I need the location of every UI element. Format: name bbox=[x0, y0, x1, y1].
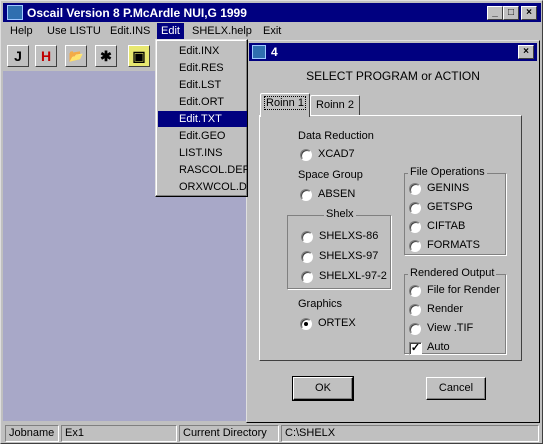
menu-item-edit-ort[interactable]: Edit.ORT bbox=[158, 94, 247, 110]
radio-label: XCAD7 bbox=[318, 148, 355, 160]
minimize-button[interactable]: _ bbox=[487, 6, 503, 20]
checkbox-label: Auto bbox=[427, 341, 450, 353]
rendered-output-group: Rendered Output File for Render Render V… bbox=[404, 267, 506, 355]
edit-menu-dropdown: Edit.INX Edit.RES Edit.LST Edit.ORT Edit… bbox=[155, 39, 248, 197]
tab-roinn-1[interactable]: Roinn 1 bbox=[260, 93, 310, 117]
radio-label: View .TIF bbox=[427, 322, 474, 334]
tab-panel: Data Reduction XCAD7 Space Group ABSEN S… bbox=[259, 115, 522, 361]
directory-label: Current Directory bbox=[179, 425, 279, 442]
radio-label: GENINS bbox=[427, 182, 470, 194]
radio-label: FORMATS bbox=[427, 239, 480, 251]
app-icon bbox=[7, 5, 23, 20]
menu-item-edit-lst[interactable]: Edit.LST bbox=[158, 77, 247, 93]
title-bar: Oscail Version 8 P.McArdle NUI,G 1999 _ … bbox=[3, 3, 541, 22]
directory-value: C:\SHELX bbox=[281, 425, 539, 442]
folder-open-icon[interactable]: 📂 bbox=[65, 45, 87, 67]
menu-item-edit-txt[interactable]: Edit.TXT bbox=[158, 111, 247, 127]
cancel-button[interactable]: Cancel bbox=[426, 377, 486, 400]
menu-edit[interactable]: Edit bbox=[157, 23, 184, 39]
menu-help[interactable]: Help bbox=[6, 23, 37, 39]
menu-item-edit-geo[interactable]: Edit.GEO bbox=[158, 128, 247, 144]
radio-circle bbox=[409, 183, 421, 195]
shelx-group: Shelx SHELXS-86 SHELXS-97 SHELXL-97-2 bbox=[287, 208, 391, 289]
menu-shelx-help[interactable]: SHELX.help bbox=[188, 23, 256, 39]
tab-roinn-1-label: Roinn 1 bbox=[264, 96, 306, 110]
radio-label: SHELXL-97-2 bbox=[319, 270, 387, 282]
menu-item-rascol-def[interactable]: RASCOL.DEF bbox=[158, 162, 247, 178]
menu-edit-ins[interactable]: Edit.INS bbox=[106, 23, 154, 39]
radio-circle bbox=[301, 251, 313, 263]
radio-circle bbox=[409, 240, 421, 252]
radio-circle bbox=[409, 304, 421, 316]
space-group-label: Space Group bbox=[298, 169, 363, 181]
data-reduction-label: Data Reduction bbox=[298, 130, 374, 142]
rendered-output-title: Rendered Output bbox=[408, 267, 497, 279]
select-program-dialog: 4 × SELECT PROGRAM or ACTION Roinn 1 Roi… bbox=[246, 40, 540, 423]
radio-label: ORTEX bbox=[318, 317, 356, 329]
j-tool-icon[interactable]: J bbox=[7, 45, 29, 67]
graphics-label: Graphics bbox=[298, 298, 343, 310]
menu-use-listu[interactable]: Use LISTU bbox=[43, 23, 105, 39]
file-operations-group: File Operations GENINS GETSPG CIFTAB FOR… bbox=[404, 166, 506, 255]
ok-button[interactable]: OK bbox=[292, 376, 354, 401]
dialog-close-button[interactable]: × bbox=[518, 45, 534, 59]
shelx-group-title: Shelx bbox=[324, 208, 356, 220]
radio-circle bbox=[409, 202, 421, 214]
menu-exit[interactable]: Exit bbox=[259, 23, 285, 39]
radio-label: CIFTAB bbox=[427, 220, 466, 232]
menu-item-edit-res[interactable]: Edit.RES bbox=[158, 60, 247, 76]
maximize-button[interactable]: □ bbox=[503, 6, 519, 20]
dialog-app-icon bbox=[252, 45, 266, 59]
radio-label: Render bbox=[427, 303, 464, 315]
menu-item-edit-inx[interactable]: Edit.INX bbox=[158, 43, 247, 59]
file-operations-title: File Operations bbox=[408, 166, 487, 178]
h-tool-icon[interactable]: H bbox=[35, 45, 57, 67]
close-button[interactable]: × bbox=[521, 6, 537, 20]
checkmark-icon: ✓ bbox=[409, 342, 422, 355]
radio-label: SHELXS-86 bbox=[319, 230, 379, 242]
jobname-label: Jobname bbox=[5, 425, 59, 442]
dialog-title: 4 bbox=[271, 45, 278, 59]
menu-item-list-ins[interactable]: LIST.INS bbox=[158, 145, 247, 161]
view-image-icon[interactable]: ▣ bbox=[128, 45, 150, 67]
radio-label: GETSPG bbox=[427, 201, 473, 213]
dialog-heading: SELECT PROGRAM or ACTION bbox=[306, 69, 480, 83]
tab-roinn-2[interactable]: Roinn 2 bbox=[310, 95, 360, 115]
radio-circle bbox=[301, 231, 313, 243]
jobname-value: Ex1 bbox=[61, 425, 177, 442]
radio-circle bbox=[300, 149, 312, 161]
radio-circle-selected bbox=[300, 318, 312, 330]
dialog-title-bar: 4 × bbox=[249, 43, 537, 61]
radio-label: SHELXS-97 bbox=[319, 250, 379, 262]
radio-label: ABSEN bbox=[318, 188, 356, 200]
radio-circle bbox=[300, 189, 312, 201]
status-bar: Jobname Ex1 Current Directory C:\SHELX bbox=[3, 424, 541, 443]
radio-circle bbox=[409, 285, 421, 297]
radio-circle bbox=[409, 221, 421, 233]
menu-bar: Help Use LISTU Edit.INS Edit SHELX.help … bbox=[3, 22, 541, 40]
radio-circle bbox=[409, 323, 421, 335]
window-title: Oscail Version 8 P.McArdle NUI,G 1999 bbox=[27, 6, 247, 20]
radio-circle bbox=[301, 271, 313, 283]
molecule-icon[interactable]: ✱ bbox=[95, 45, 117, 67]
menu-item-orxwcol-def[interactable]: ORXWCOL.DEF bbox=[158, 179, 247, 195]
radio-label: File for Render bbox=[427, 284, 500, 296]
